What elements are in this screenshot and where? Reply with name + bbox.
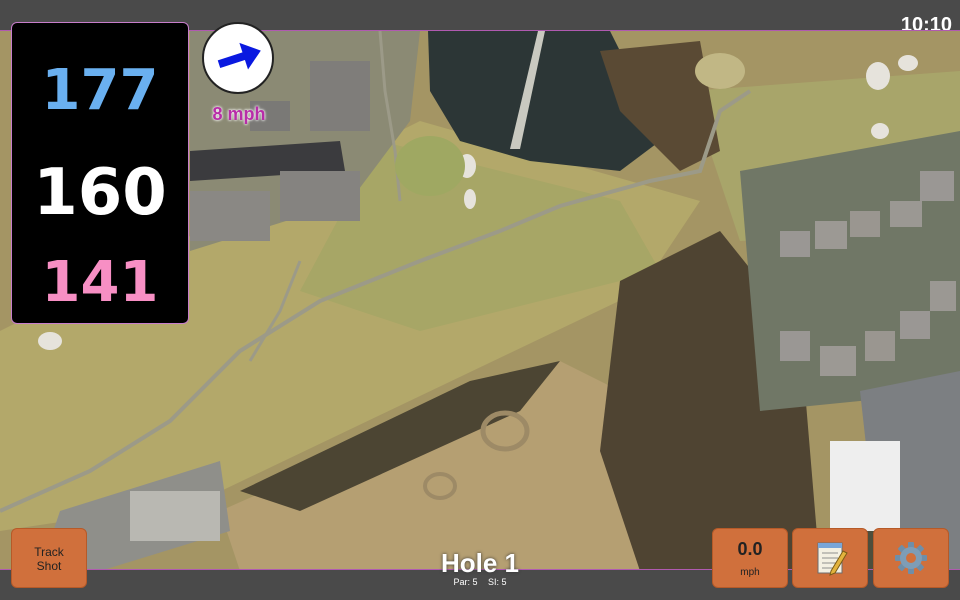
speed-button[interactable]: 0.0 mph — [712, 528, 788, 588]
back-distance-value: 177 — [41, 58, 159, 123]
speed-value: 0.0 — [737, 539, 763, 559]
settings-button[interactable] — [873, 528, 949, 588]
wind-speed-label: 8 mph — [212, 104, 266, 124]
hole-par: Par: 5 — [453, 577, 478, 587]
middle-distance: 160 — [12, 161, 188, 225]
hole-stroke-index: SI: 5 — [488, 577, 507, 587]
hole-title: Hole 1 — [440, 548, 520, 578]
track-shot-label-line1: Track — [34, 545, 64, 559]
notepad-icon — [817, 542, 848, 576]
notes-button[interactable] — [792, 528, 868, 588]
back-distance: 177 — [12, 63, 188, 119]
track-shot-button[interactable]: Track Shot — [11, 528, 87, 588]
gear-icon — [895, 542, 927, 574]
middle-distance-value: 160 — [33, 156, 167, 230]
wind-indicator — [202, 22, 274, 94]
front-distance-value: 141 — [41, 250, 159, 315]
wind-arrow-icon — [217, 42, 261, 70]
front-distance: 141 — [12, 255, 188, 311]
yardage-panel: 177 160 141 — [11, 22, 189, 324]
track-shot-label-line2: Shot — [36, 559, 62, 573]
speed-unit: mph — [740, 567, 760, 578]
hole-info: Par: 5 SI: 5 — [380, 577, 580, 587]
